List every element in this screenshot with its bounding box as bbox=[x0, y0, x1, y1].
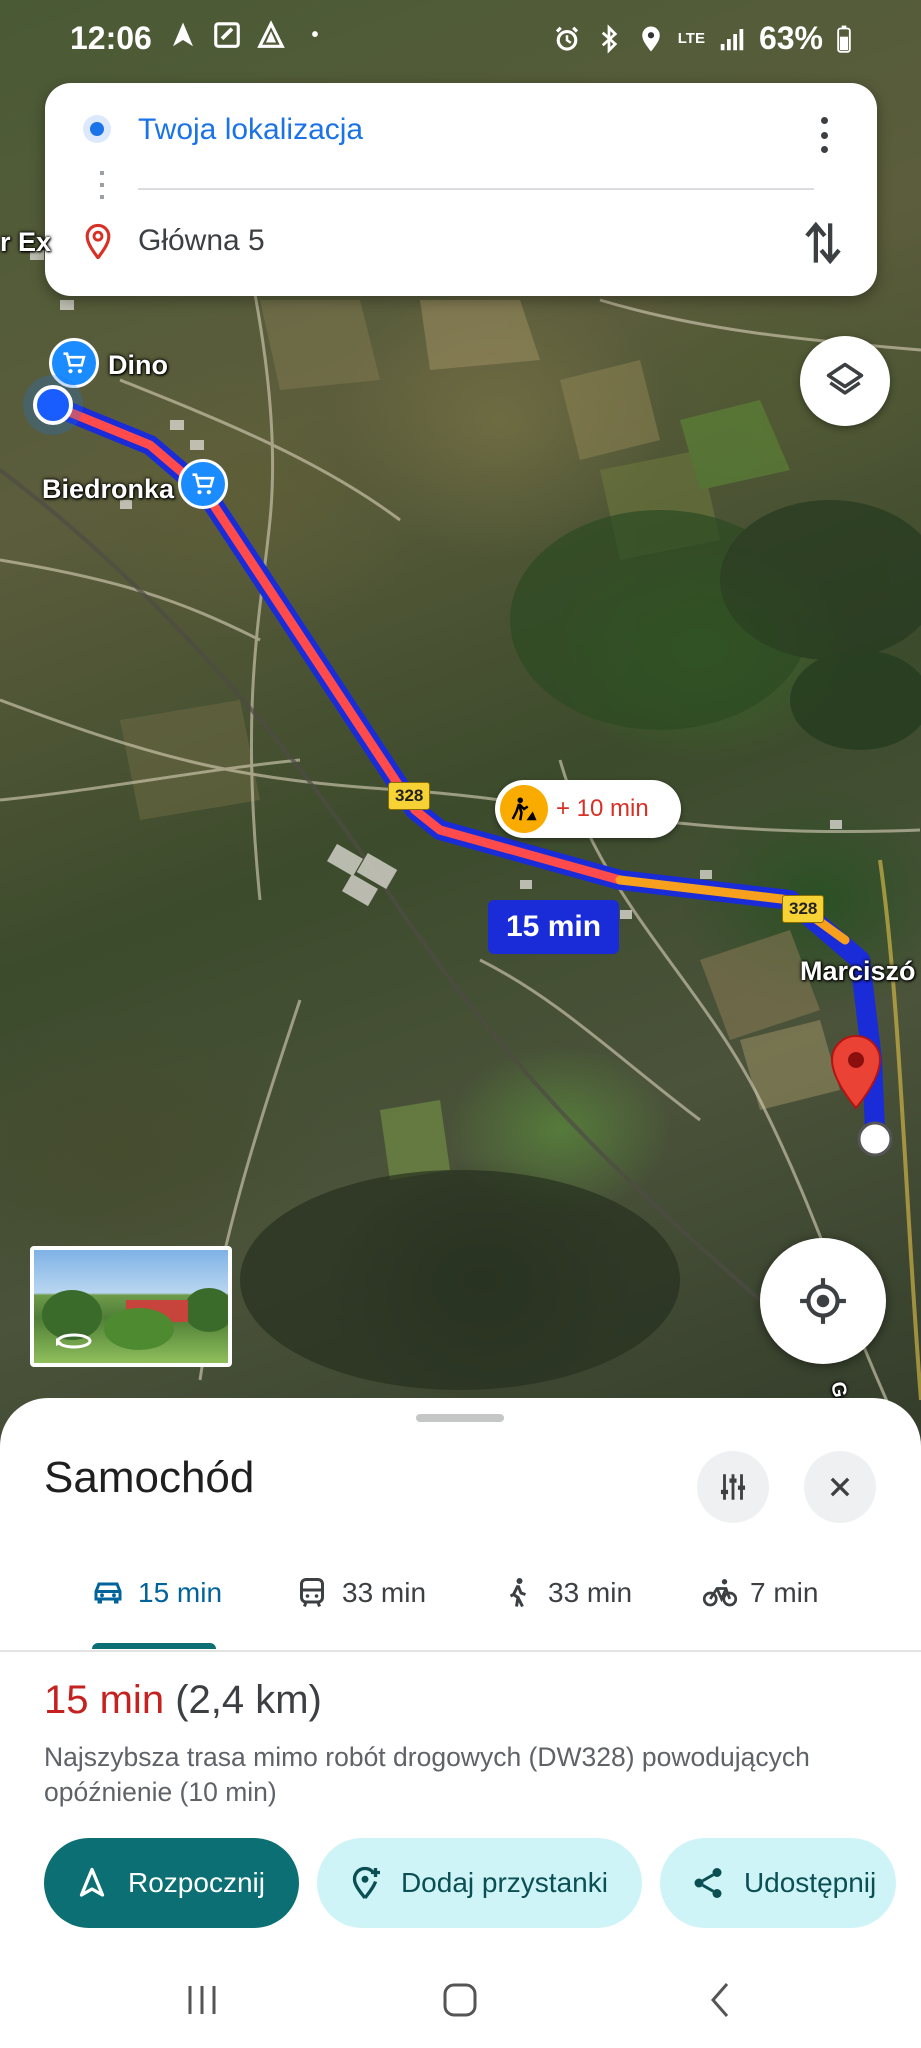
transit-icon bbox=[300, 1578, 324, 1607]
car-icon bbox=[94, 1582, 122, 1604]
route-connector-icon bbox=[100, 171, 104, 207]
back-icon bbox=[711, 1983, 729, 2017]
add-location-icon bbox=[352, 1866, 380, 1900]
navigation-arrow-icon bbox=[79, 1867, 105, 1897]
route-options-button[interactable] bbox=[697, 1451, 769, 1523]
origin-field[interactable]: Twoja lokalizacja bbox=[138, 113, 363, 147]
my-location-marker bbox=[33, 385, 73, 425]
origin-dot-icon bbox=[83, 115, 111, 143]
close-button[interactable] bbox=[804, 1451, 876, 1523]
tab-driving[interactable]: 15 min bbox=[90, 1563, 222, 1623]
destination-field[interactable]: Główna 5 bbox=[138, 224, 265, 258]
layers-icon bbox=[826, 362, 864, 395]
road-works-icon bbox=[500, 785, 548, 833]
walk-icon bbox=[509, 1578, 526, 1608]
battery-icon bbox=[835, 24, 853, 54]
route-duration: 15 min bbox=[44, 1678, 165, 1722]
recent-apps-icon bbox=[188, 1986, 216, 2014]
roadwork-delay-callout[interactable]: + 10 min bbox=[495, 780, 681, 838]
route-summary: 15 min (2,4 km) bbox=[44, 1678, 322, 1723]
tab-cycling-label: 7 min bbox=[750, 1577, 819, 1608]
status-bar: 12:06 • LTE 63% bbox=[0, 0, 921, 74]
status-time: 12:06 bbox=[70, 20, 152, 56]
shop-pin-dino[interactable] bbox=[49, 338, 99, 388]
bike-icon bbox=[702, 1579, 738, 1607]
map-label-biedronka[interactable]: Biedronka bbox=[42, 474, 174, 505]
map-view[interactable]: 12:06 • LTE 63% Twoja lokalizacja Główna… bbox=[0, 0, 921, 1440]
lte-label: LTE bbox=[677, 30, 705, 47]
add-stops-button[interactable]: Dodaj przystanki bbox=[316, 1838, 642, 1928]
recent-apps-button[interactable] bbox=[172, 1978, 232, 2022]
system-navigation-bar bbox=[0, 1948, 921, 2048]
tab-driving-label: 15 min bbox=[138, 1577, 223, 1608]
directions-card: Twoja lokalizacja Główna 5 bbox=[45, 83, 877, 296]
sheet-drag-handle[interactable] bbox=[416, 1414, 504, 1422]
home-button[interactable] bbox=[430, 1978, 490, 2022]
share-button[interactable]: Udostępnij bbox=[659, 1838, 897, 1928]
road-shield-328: 328 bbox=[388, 782, 431, 810]
tab-walking[interactable]: 33 min bbox=[500, 1563, 632, 1623]
my-location-button[interactable] bbox=[760, 1238, 886, 1364]
tune-icon bbox=[720, 1474, 746, 1500]
route-eta-chip[interactable]: 15 min bbox=[488, 900, 620, 954]
kebab-dot bbox=[820, 146, 828, 153]
kebab-dot bbox=[820, 131, 828, 139]
shopping-cart-icon bbox=[192, 473, 215, 495]
map-label-town: Marciszó bbox=[800, 956, 916, 986]
close-icon bbox=[830, 1477, 850, 1497]
destination-pin-icon bbox=[85, 223, 111, 259]
battery-percent: 63% bbox=[758, 20, 823, 56]
tab-cycling[interactable]: 7 min bbox=[702, 1563, 818, 1623]
signal-icon bbox=[717, 24, 747, 54]
alarm-icon bbox=[552, 24, 582, 54]
start-navigation-button[interactable]: Rozpocznij bbox=[44, 1838, 299, 1928]
edge-app-icon bbox=[212, 20, 242, 50]
shop-pin-biedronka[interactable] bbox=[178, 459, 228, 509]
back-button[interactable] bbox=[690, 1978, 750, 2022]
home-icon bbox=[443, 1983, 477, 2017]
location-icon bbox=[636, 24, 666, 54]
road-shield-328: 328 bbox=[782, 895, 825, 923]
sheet-title: Samochód bbox=[44, 1453, 255, 1502]
share-label: Udostępnij bbox=[743, 1867, 877, 1898]
notification-dot-icon: • bbox=[311, 24, 319, 46]
more-options-button[interactable] bbox=[809, 113, 839, 157]
travel-mode-tabs: 15 min 33 min 33 min 7 min bbox=[0, 1563, 921, 1635]
sv-tree bbox=[184, 1288, 228, 1332]
tab-transit-label: 33 min bbox=[342, 1577, 427, 1608]
map-label-edge-left: r Ex bbox=[0, 227, 52, 257]
tab-walking-label: 33 min bbox=[548, 1577, 633, 1608]
route-card-divider bbox=[138, 188, 814, 190]
route-description: Najszybsza trasa mimo robót drogowych (D… bbox=[44, 1742, 810, 1807]
sv-tree bbox=[104, 1308, 174, 1350]
maps-navigation-icon bbox=[256, 20, 286, 50]
sheet-divider bbox=[0, 1650, 921, 1652]
swap-route-button[interactable] bbox=[801, 218, 845, 268]
active-tab-indicator bbox=[92, 1643, 216, 1649]
navigation-arrow-icon bbox=[168, 20, 198, 50]
kebab-dot bbox=[820, 117, 828, 124]
shopping-cart-icon bbox=[63, 352, 86, 374]
share-icon bbox=[694, 1868, 722, 1898]
traffic-delay-label: + 10 min bbox=[556, 795, 649, 822]
map-layers-button[interactable] bbox=[800, 336, 890, 426]
route-distance: (2,4 km) bbox=[175, 1678, 322, 1722]
add-stops-label: Dodaj przystanki bbox=[400, 1867, 608, 1898]
tab-transit[interactable]: 33 min bbox=[294, 1563, 426, 1623]
street-view-thumbnail[interactable] bbox=[30, 1246, 232, 1367]
map-label-dino[interactable]: Dino bbox=[108, 350, 168, 381]
street-view-rotate-icon bbox=[56, 1333, 92, 1349]
crosshair-icon bbox=[800, 1278, 846, 1324]
bluetooth-icon bbox=[594, 23, 624, 54]
action-buttons-row: Rozpocznij Dodaj przystanki Udostępnij bbox=[44, 1838, 897, 1928]
start-navigation-label: Rozpocznij bbox=[128, 1867, 265, 1898]
